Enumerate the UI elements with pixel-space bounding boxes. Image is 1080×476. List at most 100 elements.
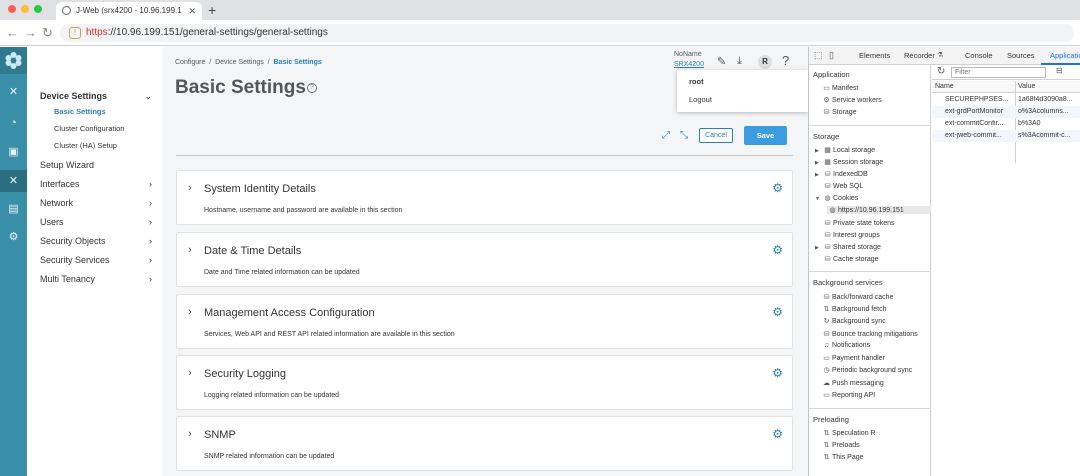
url-input[interactable]: ! https://10.96.199.151/general-settings… — [60, 24, 1074, 42]
tree-private-state-tokens[interactable]: ⛁ Private state tokens — [822, 219, 895, 227]
expand-arrow-icon[interactable]: ▶ — [815, 148, 822, 154]
tree-back-forward-cache[interactable]: ⛁ Back/forward cache — [821, 293, 894, 301]
back-arrow-icon[interactable]: ← — [6, 24, 19, 42]
breadcrumb-configure[interactable]: Configure — [175, 59, 205, 66]
forward-arrow-icon[interactable]: → — [24, 24, 37, 42]
gear-icon[interactable]: ⚙ — [772, 366, 783, 380]
tree-background-sync[interactable]: ↻ Background sync — [821, 317, 886, 325]
tree-storage-overview[interactable]: ⛁ Storage — [821, 108, 857, 116]
gear-icon[interactable]: ⚙ — [772, 305, 783, 319]
nav-cluster-configuration[interactable]: Cluster Configuration — [54, 124, 124, 133]
nav-multi-tenancy[interactable]: Multi Tenancy — [40, 274, 95, 284]
tree-cookie-origin[interactable]: ◍ https://10.96.199.151 — [827, 206, 931, 214]
expand-arrow-icon[interactable]: ▶ — [815, 245, 822, 251]
chevron-right-icon[interactable]: › — [149, 217, 152, 227]
tab-application[interactable]: Application — [1050, 51, 1080, 60]
maximize-window-button[interactable] — [34, 5, 42, 13]
tree-cache-storage[interactable]: ⛁ Cache storage — [822, 255, 879, 263]
expand-arrow-icon[interactable]: ▶ — [815, 160, 822, 166]
chevron-right-icon[interactable]: › — [188, 428, 192, 440]
expand-all-icon[interactable]: ⤢ — [662, 130, 670, 141]
save-button[interactable]: Save — [744, 126, 787, 145]
close-window-button[interactable] — [8, 5, 16, 13]
help-icon[interactable]: ? — [307, 83, 317, 93]
tree-push-messaging[interactable]: ☁ Push messaging — [821, 379, 884, 387]
tree-this-page[interactable]: ⇅ This Page — [821, 453, 864, 461]
tree-payment-handler[interactable]: ▭ Payment handler — [821, 354, 885, 362]
tree-preloads[interactable]: ⇅ Preloads — [821, 441, 860, 449]
section-snmp[interactable]: › SNMP SNMP related information can be u… — [176, 416, 793, 471]
nav-cluster-ha-setup[interactable]: Cluster (HA) Setup — [54, 141, 117, 150]
table-row[interactable]: ext-grdPortMonitor o%3Acolumns... — [932, 106, 1080, 118]
user-avatar[interactable]: R — [758, 55, 772, 69]
monitor-icon[interactable]: ▣ — [0, 145, 27, 158]
tab-elements[interactable]: Elements — [859, 51, 890, 60]
tree-interest-groups[interactable]: ⛁ Interest groups — [822, 231, 880, 239]
cancel-button[interactable]: Cancel — [699, 128, 733, 143]
tree-background-fetch[interactable]: ⇅ Background fetch — [821, 305, 887, 313]
tree-periodic-sync[interactable]: ◷ Periodic background sync — [821, 366, 912, 374]
inspect-element-icon[interactable]: ⬚ — [814, 50, 823, 61]
nav-setup-wizard[interactable]: Setup Wizard — [40, 160, 94, 170]
gear-icon[interactable]: ⚙ — [772, 243, 783, 257]
section-security-logging[interactable]: › Security Logging Logging related infor… — [176, 355, 793, 410]
tree-manifest[interactable]: ▭ Manifest — [821, 84, 858, 92]
tree-speculation-rules[interactable]: ⇅ Speculation R — [821, 429, 876, 437]
tree-indexeddb[interactable]: ▶ ⛁ IndexedDB — [815, 170, 868, 178]
table-row[interactable]: ext-jweb-commit... s%3Acommit-c... — [932, 130, 1080, 142]
browser-tab[interactable]: J-Web (srx4200 - 10.96.199.1 ✕ — [56, 2, 202, 20]
nav-security-services[interactable]: Security Services — [40, 255, 110, 265]
nav-interfaces[interactable]: Interfaces — [40, 179, 80, 189]
chevron-right-icon[interactable]: › — [188, 182, 192, 194]
table-row[interactable]: ext-commitConfir... b%3A0 — [932, 118, 1080, 130]
logout-menu-item[interactable]: Logout — [689, 95, 712, 104]
tab-sources[interactable]: Sources — [1007, 51, 1035, 60]
chevron-right-icon[interactable]: › — [149, 274, 152, 284]
help-question-icon[interactable]: ? — [782, 53, 789, 68]
gear-icon[interactable]: ⚙ — [772, 427, 783, 441]
device-model-link[interactable]: SRX4200 — [674, 61, 704, 68]
column-value[interactable]: Value — [1018, 83, 1035, 90]
cookie-filter-input[interactable]: Filter — [951, 67, 1046, 78]
column-name[interactable]: Name — [935, 83, 954, 90]
section-date-time[interactable]: › Date & Time Details Date and Time rela… — [176, 232, 793, 287]
close-icon[interactable]: ✕ — [0, 85, 27, 98]
new-tab-button[interactable]: + — [208, 0, 216, 20]
section-system-identity[interactable]: › System Identity Details Hostname, user… — [176, 170, 793, 225]
section-management-access[interactable]: › Management Access Configuration Servic… — [176, 294, 793, 349]
tree-web-sql[interactable]: ⛁ Web SQL — [815, 182, 864, 190]
tab-console[interactable]: Console — [965, 51, 993, 60]
refresh-icon[interactable]: ↻ — [937, 66, 945, 77]
reports-icon[interactable]: ▤ — [0, 202, 27, 215]
tree-notifications[interactable]: ♫ Notifications — [821, 342, 870, 349]
tree-shared-storage[interactable]: ▶ ⛁ Shared storage — [815, 243, 881, 251]
gear-icon[interactable]: ⚙ — [772, 181, 783, 195]
nav-users[interactable]: Users — [40, 217, 64, 227]
chevron-right-icon[interactable]: › — [149, 179, 152, 189]
chevron-right-icon[interactable]: › — [188, 306, 192, 318]
chevron-right-icon[interactable]: › — [188, 367, 192, 379]
tree-bounce-tracking[interactable]: ⛁ Bounce tracking mitigations — [821, 330, 918, 338]
breadcrumb-device-settings[interactable]: Device Settings — [215, 59, 264, 66]
commit-icon[interactable]: ⤓ — [737, 55, 742, 68]
configure-icon[interactable]: ✕ — [0, 170, 27, 192]
nav-device-settings[interactable]: Device Settings — [40, 91, 107, 101]
tree-reporting-api[interactable]: ▭ Reporting API — [821, 391, 875, 399]
expand-arrow-icon[interactable]: ▶ — [815, 172, 822, 178]
tree-service-workers[interactable]: ⚙ Service workers — [821, 96, 881, 104]
table-row[interactable]: SECUREPHPSES... 1a68f4d3090a8... — [932, 94, 1080, 106]
minimize-window-button[interactable] — [21, 5, 29, 13]
chevron-right-icon[interactable]: › — [149, 255, 152, 265]
chevron-right-icon[interactable]: › — [149, 236, 152, 246]
settings-gear-icon[interactable]: ⚙ — [0, 230, 27, 243]
chevron-right-icon[interactable]: › — [149, 198, 152, 208]
tree-cookies[interactable]: ▼ ◍ Cookies — [815, 194, 858, 202]
nav-security-objects[interactable]: Security Objects — [40, 236, 106, 246]
tree-local-storage[interactable]: ▶ ▦ Local storage — [815, 146, 875, 154]
tree-session-storage[interactable]: ▶ ▦ Session storage — [815, 158, 883, 166]
chevron-right-icon[interactable]: › — [188, 244, 192, 256]
clear-cookies-icon[interactable]: ⊟ — [1056, 66, 1063, 75]
nav-basic-settings[interactable]: Basic Settings — [54, 107, 106, 116]
dashboard-icon[interactable]: ◔ — [0, 117, 27, 129]
close-tab-icon[interactable]: ✕ — [188, 2, 196, 20]
